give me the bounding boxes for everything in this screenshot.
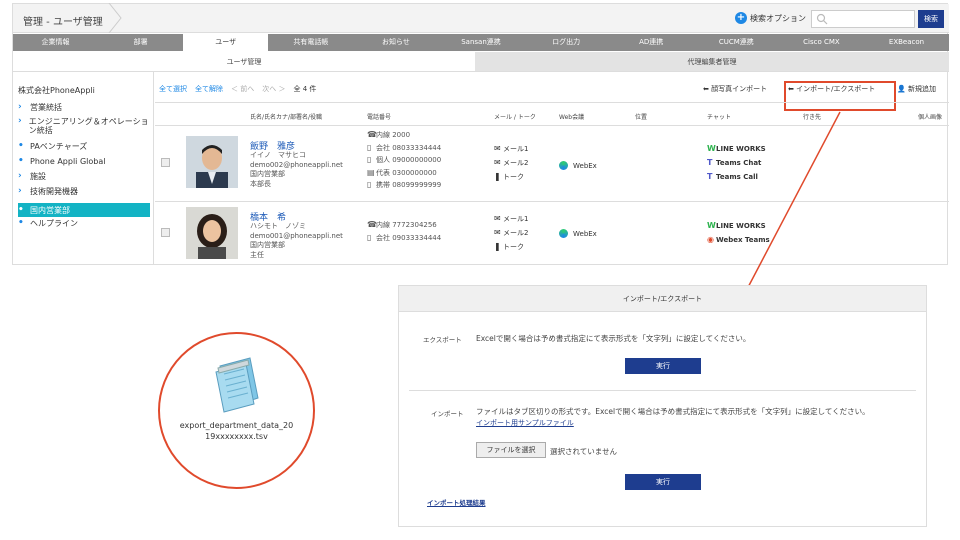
file-name[interactable]: export_department_data_20 19xxxxxxxx.tsv [160,420,313,442]
import-export-dialog: インポート/エクスポート エクスポート Excelで開く場合は予め書式指定にて表… [398,285,927,527]
tsv-file-icon [215,357,259,413]
import-label: インポート [431,410,464,418]
export-description: Excelで開く場合は予め書式指定にて表示形式を「文字列」に設定してください。 [476,334,751,343]
exported-file-highlight: export_department_data_20 19xxxxxxxx.tsv [158,332,315,489]
import-description: ファイルはタブ区切りの形式です。Excelで開く場合は予め書式指定にて表示形式を… [476,407,870,416]
export-execute-button[interactable]: 実行 [625,358,701,374]
section-divider [409,390,916,391]
export-label: エクスポート [423,336,462,344]
import-execute-button[interactable]: 実行 [625,474,701,490]
choose-file-button[interactable]: ファイルを選択 [476,442,546,458]
import-result-link[interactable]: インポート処理結果 [427,497,486,507]
dialog-title: インポート/エクスポート [399,286,926,312]
no-file-text: 選択されていません [550,447,618,456]
sample-file-link[interactable]: インポート用サンプルファイル [476,418,574,428]
